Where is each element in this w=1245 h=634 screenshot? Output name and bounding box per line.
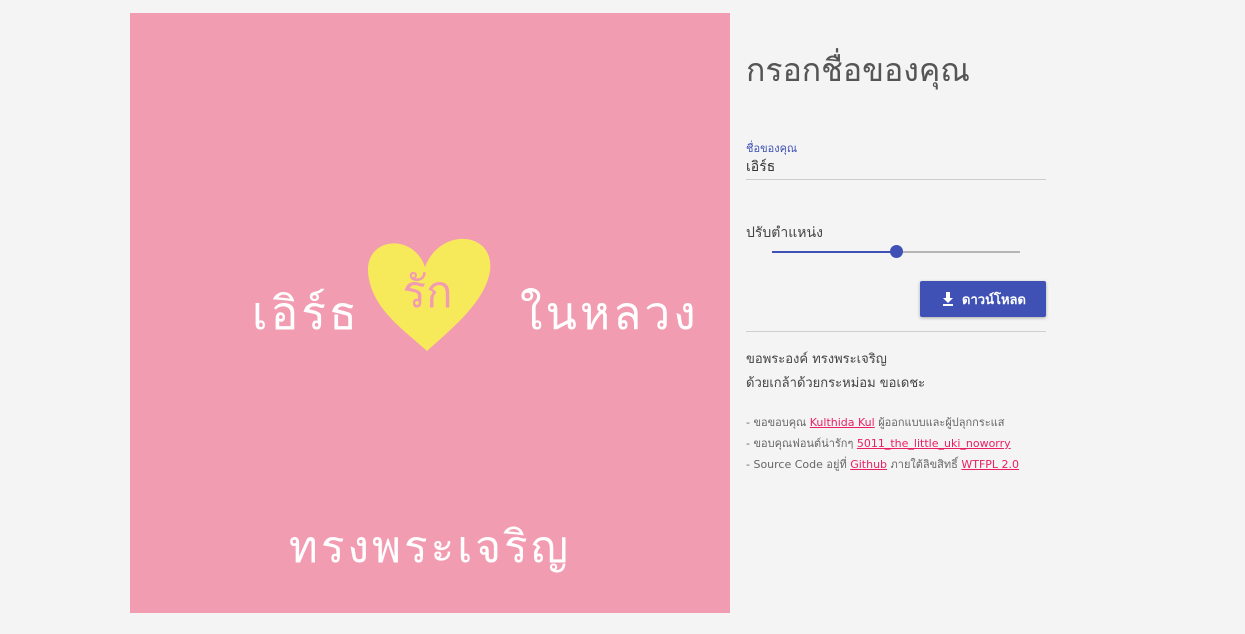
divider: [746, 331, 1046, 332]
credit-link-designer[interactable]: Kulthida Kul: [810, 416, 875, 429]
settings-panel: กรอกชื่อของคุณ ชื่อของคุณ ปรับตำแหน่ง ดา…: [746, 40, 1046, 471]
credit-line: - ขอขอบคุณ Kulthida Kul ผู้ออกแบบและผู้ป…: [746, 412, 1019, 433]
card-name-text: เอิร์ธ: [251, 286, 360, 340]
name-field-label: ชื่อของคุณ: [746, 142, 798, 155]
download-button-label: ดาวน์โหลด: [962, 292, 1026, 308]
credit-link-github[interactable]: Github: [850, 458, 887, 471]
tribute-line-1: ขอพระองค์ ทรงพระเจริญ: [746, 352, 887, 367]
slider-fill: [772, 251, 896, 253]
credit-suffix: ภายใต้ลิขสิทธิ์: [887, 458, 962, 471]
slider-thumb[interactable]: [890, 245, 903, 258]
credit-prefix: - ขอขอบคุณ: [746, 416, 810, 429]
card-bottom-text: ทรงพระเจริญ: [288, 522, 572, 573]
card-heart-word: รัก: [402, 267, 453, 318]
credit-prefix: - ขอบคุณฟอนต์น่ารักๆ: [746, 437, 857, 450]
download-icon: [943, 292, 954, 306]
credit-line: - Source Code อยู่ที่ Github ภายใต้ลิขสิ…: [746, 454, 1019, 475]
credits-list: - ขอขอบคุณ Kulthida Kul ผู้ออกแบบและผู้ป…: [746, 412, 1019, 475]
name-field: ชื่อของคุณ: [746, 142, 1046, 180]
download-button[interactable]: ดาวน์โหลด: [920, 281, 1046, 317]
credit-link-license[interactable]: WTFPL 2.0: [961, 458, 1019, 471]
credit-link-font[interactable]: 5011_the_little_uki_noworry: [857, 437, 1011, 450]
position-slider-label: ปรับตำแหน่ง: [746, 225, 823, 241]
page-title: กรอกชื่อของคุณ: [746, 51, 970, 89]
tribute-text: ขอพระองค์ ทรงพระเจริญ ด้วยเกล้าด้วยกระหม…: [746, 348, 925, 396]
position-slider[interactable]: [772, 245, 1020, 259]
credit-prefix: - Source Code อยู่ที่: [746, 458, 851, 471]
tribute-line-2: ด้วยเกล้าด้วยกระหม่อม ขอเดชะ: [746, 376, 926, 391]
name-card-preview: เอิร์ธ รัก ในหลวง ทรงพระเจริญ: [130, 13, 730, 613]
card-place-text: ในหลวง: [520, 286, 699, 340]
credit-line: - ขอบคุณฟอนต์น่ารักๆ 5011_the_little_uki…: [746, 433, 1019, 454]
name-input[interactable]: [746, 157, 1046, 180]
credit-suffix: ผู้ออกแบบและผู้ปลุกกระแส: [874, 416, 1005, 429]
